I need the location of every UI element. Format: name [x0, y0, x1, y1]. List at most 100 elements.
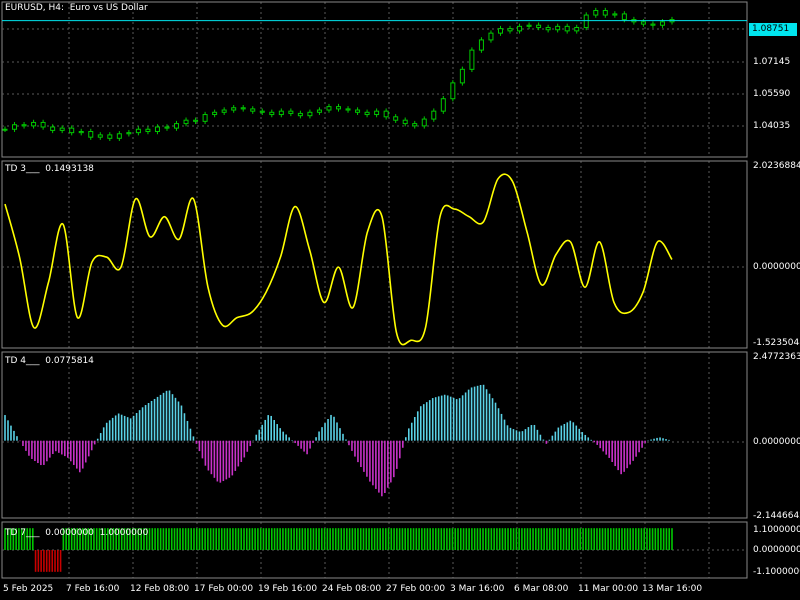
candle-body [402, 119, 408, 125]
candle-body [135, 128, 141, 134]
candle-body [345, 108, 351, 111]
td7-scale-min: -1.1000000 [753, 567, 800, 577]
candle-body [536, 24, 542, 28]
candle-body [393, 116, 399, 121]
candle-body [459, 68, 465, 84]
candle-body [336, 106, 341, 110]
candle-body [78, 131, 84, 134]
candle-body [469, 49, 475, 70]
td4-scale-max: 2.4772363 [753, 352, 800, 362]
candle-body [612, 13, 618, 16]
candle-body [107, 134, 113, 139]
td3-label: TD 3___ 0.1493138 [5, 164, 94, 174]
candle-body [193, 119, 199, 122]
td3-scale-max: 2.0236884 [753, 161, 800, 171]
chart-canvas[interactable] [0, 0, 800, 600]
price-scale-label: 1.07145 [753, 57, 791, 67]
time-label: 24 Feb 08:00 [322, 584, 382, 594]
candle-body [50, 126, 56, 131]
candle-body [202, 114, 208, 122]
candle-body [574, 26, 580, 32]
candle-body [507, 28, 513, 32]
candle-body [383, 110, 389, 118]
td7-label: TD 7___ 0.0000000 1.0000000 [5, 528, 149, 538]
candle-body [364, 111, 370, 116]
symbol-label: EURUSD, H4: Euro vs US Dollar [5, 3, 148, 13]
candle-body [526, 24, 532, 27]
time-label: 7 Feb 16:00 [66, 584, 120, 594]
candle-body [97, 134, 103, 138]
td4-scale-min: -2.1446642 [753, 511, 800, 521]
candle-body [212, 111, 218, 116]
candle-body [145, 128, 151, 133]
candle-body [326, 106, 332, 111]
candle-body [21, 124, 27, 127]
price-scale-label: 1.04035 [753, 121, 791, 131]
current-price-tag: 1.08751 [749, 23, 797, 36]
price-pane-frame [1, 1, 748, 158]
td4-scale-zero: 0.0000000 [753, 437, 800, 447]
candle-body [450, 82, 456, 100]
candle-body [297, 112, 303, 117]
candle-body [431, 110, 437, 120]
candle-body [316, 109, 322, 113]
candle-body [12, 124, 18, 130]
time-label: 11 Mar 00:00 [578, 584, 639, 594]
candle-body [259, 110, 265, 113]
td3-line [4, 173, 673, 346]
candle-body [278, 110, 284, 116]
candle-body [517, 25, 523, 32]
candle-body [355, 109, 361, 113]
time-label: 6 Mar 08:00 [514, 584, 569, 594]
candle-body [250, 108, 256, 112]
candle-body [421, 118, 427, 127]
candle-body [412, 123, 418, 127]
td3-pane-frame [1, 160, 748, 349]
candle-body [59, 127, 65, 131]
time-label: 5 Feb 2025 [3, 584, 54, 594]
td3-scale-min: -1.5235048 [753, 338, 800, 348]
candle-body [126, 132, 132, 135]
candle-body [183, 119, 189, 125]
time-label: 19 Feb 16:00 [258, 584, 318, 594]
candle-body [240, 107, 246, 110]
td3-scale-zero: 0.0000000 [753, 262, 800, 272]
candle-body [2, 128, 8, 131]
candle-body [478, 39, 484, 51]
candle-body [602, 10, 608, 16]
candle-body [154, 126, 160, 133]
candle-body [31, 121, 37, 127]
candle-body [621, 13, 627, 21]
candle-body [174, 123, 180, 129]
td4-pane-frame [1, 351, 748, 519]
candle-body [40, 121, 46, 128]
candle-body [564, 25, 570, 32]
price-scale-label: 1.05590 [753, 89, 791, 99]
candle-body [69, 127, 75, 134]
candle-body [440, 98, 446, 112]
time-label: 3 Mar 16:00 [450, 584, 505, 594]
candle-body [659, 21, 665, 26]
candle-body [593, 10, 599, 16]
candle-body [583, 14, 589, 28]
candle-body [650, 23, 656, 26]
candle-body [545, 26, 551, 31]
td4-label: TD 4___ 0.0775814 [5, 356, 94, 366]
time-label: 13 Mar 16:00 [642, 584, 703, 594]
candle-body [231, 107, 237, 111]
candle-body [488, 32, 494, 41]
time-label: 27 Feb 00:00 [386, 584, 446, 594]
candle-body [221, 109, 227, 113]
candle-body [164, 126, 170, 129]
candle-body [307, 111, 313, 117]
candle-body [88, 131, 94, 138]
candle-body [116, 133, 122, 139]
candle-body [497, 28, 503, 34]
candle-body [640, 21, 646, 25]
td7-scale-max: 1.1000000 [753, 525, 800, 535]
time-label: 12 Feb 08:00 [130, 584, 190, 594]
candle-body [269, 111, 275, 116]
candle-body [374, 110, 380, 116]
td7-scale-zero: 0.0000000 [753, 545, 800, 555]
candle-body [555, 25, 561, 31]
